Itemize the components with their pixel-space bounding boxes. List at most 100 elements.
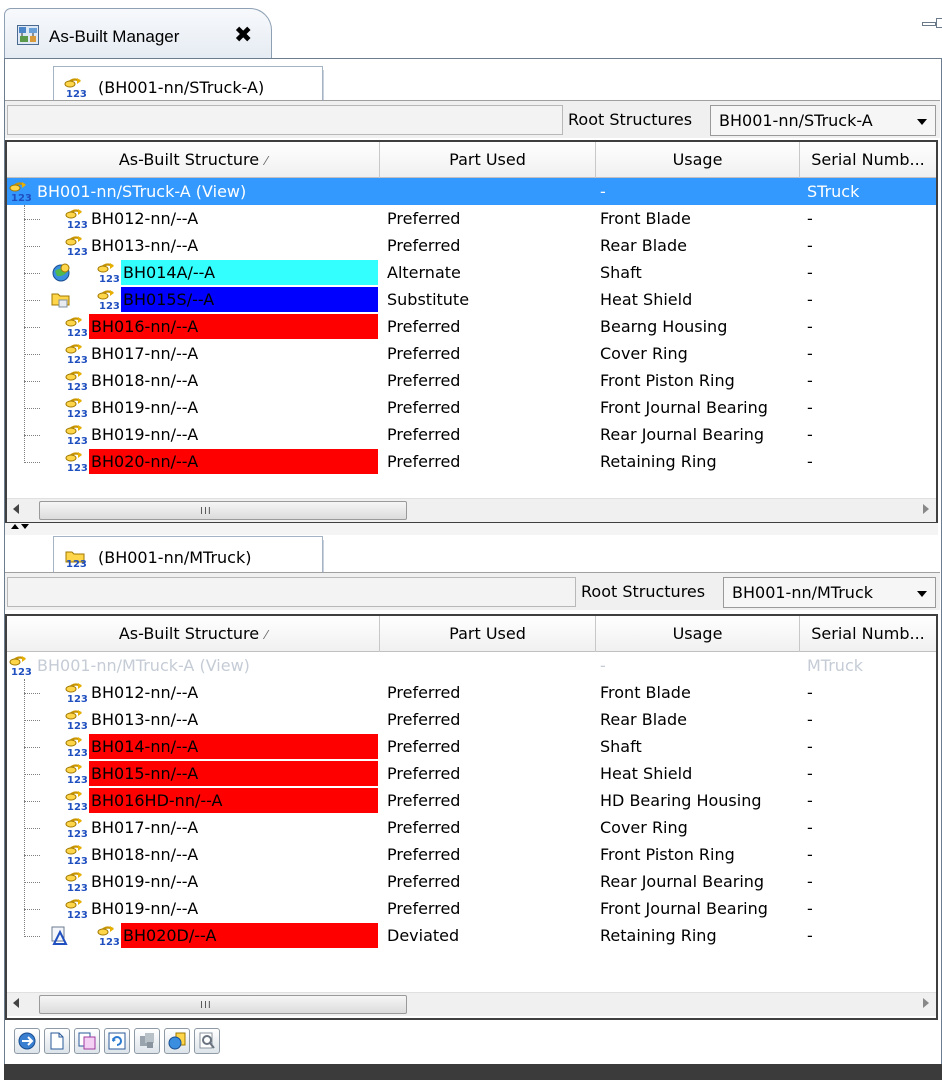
scrollbar-grip: III: [200, 1000, 212, 1011]
tree-row[interactable]: 123 BH013-nn/--A Preferred Rear Blade -: [7, 706, 936, 733]
tree-row[interactable]: 123 BH017-nn/--A Preferred Cover Ring -: [7, 814, 936, 841]
tree-branch-line: [24, 855, 40, 856]
sort-indicator-icon: ⁄: [265, 628, 268, 642]
filter-field[interactable]: [7, 105, 563, 135]
pane-sash[interactable]: [5, 523, 938, 535]
tree-row[interactable]: 123 BH020D/--A Deviated Retaining Ring -: [7, 922, 936, 949]
column-header-serial[interactable]: Serial Numb...: [800, 142, 936, 178]
tab-label: (BH001-nn/STruck-A): [98, 78, 265, 97]
tree-root-row[interactable]: 123 BH001-nn/MTruck-A (View) - MTruck: [7, 652, 936, 679]
structure-123-icon: 123: [65, 897, 89, 919]
filter-field[interactable]: [7, 577, 576, 607]
view-tab-as-built-manager[interactable]: As-Built Manager ✖: [4, 8, 272, 58]
scroll-left-icon[interactable]: [13, 998, 19, 1008]
structure-123-icon: 123: [97, 288, 121, 310]
scrollbar-thumb[interactable]: III: [39, 501, 407, 520]
structure-123-icon: 123: [65, 369, 89, 391]
tree-row[interactable]: 123 BH019-nn/--A Preferred Front Journal Be…: [7, 394, 936, 421]
usage-cell: Front Piston Ring: [600, 371, 735, 390]
tree-row[interactable]: 123 BH015-nn/--A Preferred Heat Shield -: [7, 760, 936, 787]
structure-123-icon: 123: [65, 816, 89, 838]
column-header-serial[interactable]: Serial Numb...: [800, 616, 936, 652]
tree-row[interactable]: 123 BH019-nn/--A Preferred Rear Journal Bea…: [7, 421, 936, 448]
tree-row[interactable]: 123 BH012-nn/--A Preferred Front Blade -: [7, 205, 936, 232]
chevron-down-icon: [917, 591, 927, 597]
tree-row[interactable]: 123 BH019-nn/--A Preferred Rear Journal Bea…: [7, 868, 936, 895]
part-used-cell: Preferred: [387, 845, 461, 864]
usage-cell: Retaining Ring: [600, 926, 717, 945]
tree-branch-line: [24, 720, 40, 721]
svg-text:123: 123: [67, 694, 88, 703]
structure-name: BH016-nn/--A: [91, 317, 199, 336]
svg-text:123: 123: [67, 910, 88, 919]
usage-cell: Front Blade: [600, 209, 691, 228]
sash-down-icon[interactable]: [21, 524, 29, 529]
tree-row[interactable]: 123 BH012-nn/--A Preferred Front Blade -: [7, 679, 936, 706]
tree-branch-line: [24, 747, 40, 748]
structure-123-icon: 123: [65, 843, 89, 865]
as-built-tree-table: As-Built Structure ⁄ Part Used Usage Seri…: [5, 614, 938, 1020]
root-structures-dropdown[interactable]: BH001-nn/MTruck: [723, 577, 936, 608]
refresh-button[interactable]: [104, 1028, 130, 1054]
tree-row[interactable]: 123 BH015S/--A Substitute Heat Shield -: [7, 286, 936, 313]
search-button[interactable]: [194, 1028, 220, 1054]
replace-part-button[interactable]: [164, 1028, 190, 1054]
usage-cell: -: [600, 182, 606, 201]
tree-row[interactable]: 123 BH019-nn/--A Preferred Front Journal Be…: [7, 895, 936, 922]
serial-number-cell: STruck: [807, 182, 860, 201]
tree-row[interactable]: 123 BH020-nn/--A Preferred Retaining Ring -: [7, 448, 936, 475]
tree-row[interactable]: 123 BH014A/--A Alternate Shaft -: [7, 259, 936, 286]
svg-text:123: 123: [67, 802, 88, 811]
column-header-usage[interactable]: Usage: [596, 142, 800, 178]
navigate-button[interactable]: [14, 1028, 40, 1054]
deviation-triangle-icon: [51, 926, 73, 946]
tree-row[interactable]: 123 BH016-nn/--A Preferred Bearng Housing -: [7, 313, 936, 340]
tree-row[interactable]: 123 BH017-nn/--A Preferred Cover Ring -: [7, 340, 936, 367]
tree-row[interactable]: 123 BH016HD-nn/--A Preferred HD Bearing Hou…: [7, 787, 936, 814]
tree-row[interactable]: 123 BH014-nn/--A Preferred Shaft -: [7, 733, 936, 760]
close-icon[interactable]: ✖: [234, 23, 252, 48]
root-structures-dropdown[interactable]: BH001-nn/STruck-A: [710, 105, 936, 136]
tree-row[interactable]: 123 BH018-nn/--A Preferred Front Piston Rin…: [7, 841, 936, 868]
new-document-button[interactable]: [44, 1028, 70, 1054]
tree-root-row[interactable]: 123 BH001-nn/STruck-A (View) - STruck: [7, 178, 936, 205]
scroll-right-icon[interactable]: [923, 504, 929, 514]
column-header-structure[interactable]: As-Built Structure ⁄: [7, 616, 380, 652]
tree-branch-line: [24, 381, 40, 382]
scrollbar-thumb[interactable]: III: [39, 995, 407, 1014]
scroll-right-icon[interactable]: [923, 998, 929, 1008]
tab-struck[interactable]: 123 (BH001-nn/STruck-A): [53, 66, 323, 104]
compare-button[interactable]: [74, 1028, 100, 1054]
root-structures-value: BH001-nn/MTruck: [732, 583, 873, 602]
structure-folder-icon: 123: [64, 546, 88, 568]
copy-structure-button[interactable]: [134, 1028, 160, 1054]
usage-cell: Rear Blade: [600, 710, 687, 729]
replace-part-icon: [167, 1031, 187, 1051]
alternate-globe-icon: [51, 263, 71, 283]
svg-text:123: 123: [66, 89, 87, 98]
part-used-cell: Substitute: [387, 290, 470, 309]
column-header-usage[interactable]: Usage: [596, 616, 800, 652]
scroll-left-icon[interactable]: [13, 504, 19, 514]
svg-text:123: 123: [99, 301, 120, 310]
usage-cell: Front Journal Bearing: [600, 899, 768, 918]
horizontal-scrollbar[interactable]: III: [7, 992, 936, 1016]
sash-up-icon[interactable]: [11, 524, 19, 529]
tree-branch-line: [24, 909, 40, 910]
maximize-icon[interactable]: [936, 18, 942, 28]
column-header-part-used[interactable]: Part Used: [380, 142, 596, 178]
part-used-cell: Preferred: [387, 683, 461, 702]
horizontal-scrollbar[interactable]: III: [7, 498, 936, 522]
column-headers: As-Built Structure ⁄ Part Used Usage Seri…: [7, 142, 936, 178]
structure-123-icon: 123: [65, 708, 89, 730]
tree-row[interactable]: 123 BH013-nn/--A Preferred Rear Blade -: [7, 232, 936, 259]
structure-name: BH017-nn/--A: [91, 344, 199, 363]
usage-cell: Cover Ring: [600, 344, 688, 363]
structure-name: BH012-nn/--A: [91, 209, 199, 228]
tab-mtruck[interactable]: 123 (BH001-nn/MTruck): [53, 536, 323, 574]
column-header-structure[interactable]: As-Built Structure ⁄: [7, 142, 380, 178]
tree-row[interactable]: 123 BH018-nn/--A Preferred Front Piston Rin…: [7, 367, 936, 394]
column-header-part-used[interactable]: Part Used: [380, 616, 596, 652]
tree-branch-line: [24, 882, 40, 883]
minimize-icon[interactable]: [922, 22, 936, 26]
